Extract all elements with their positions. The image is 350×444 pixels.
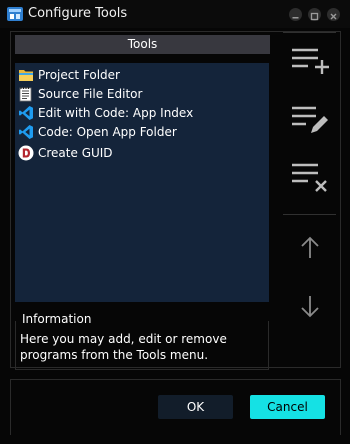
tool-item-create-guid[interactable]: Create GUID (15, 143, 269, 163)
arrow-up-icon (301, 236, 319, 258)
close-icon (330, 13, 337, 20)
list-remove-icon (292, 163, 327, 192)
sidebar-divider (283, 32, 336, 33)
notepad-icon (19, 87, 32, 102)
minimize-button[interactable] (289, 8, 302, 21)
tool-item-code-open-folder[interactable]: Code: Open App Folder (15, 122, 269, 142)
ok-button[interactable]: OK (158, 395, 233, 419)
sidebar-divider (283, 214, 336, 215)
add-tool-button[interactable] (284, 40, 336, 84)
vscode-icon (19, 125, 33, 139)
tools-list-header: Tools (15, 35, 270, 54)
tool-item-label: Create GUID (38, 146, 113, 160)
close-button[interactable] (327, 8, 340, 21)
configure-tools-dialog: Configure Tools Tools Project Folder Sou… (0, 0, 350, 444)
vscode-icon (19, 106, 33, 120)
tool-item-project-folder[interactable]: Project Folder (15, 65, 269, 85)
maximize-button[interactable] (308, 8, 321, 21)
move-down-button[interactable] (284, 286, 336, 330)
window-title: Configure Tools (28, 6, 128, 21)
information-label: Information (22, 312, 92, 326)
minimize-icon (292, 17, 299, 19)
arrow-down-icon (301, 296, 319, 318)
tool-item-label: Project Folder (38, 68, 120, 82)
tool-item-label: Edit with Code: App Index (38, 106, 194, 120)
folder-icon (19, 70, 33, 81)
cancel-button[interactable]: Cancel (250, 395, 325, 419)
maximize-icon (310, 12, 319, 21)
list-edit-icon (292, 106, 328, 133)
title-bar[interactable]: Configure Tools (0, 0, 350, 28)
tool-item-label: Code: Open App Folder (38, 125, 177, 139)
tools-list[interactable]: Project Folder Source File Editor Edit w… (15, 63, 269, 302)
edit-tool-button[interactable] (284, 98, 336, 142)
remove-tool-button[interactable] (284, 155, 336, 199)
list-add-icon (292, 48, 329, 74)
tool-item-label: Source File Editor (38, 87, 143, 101)
information-text: Here you may add, edit or remove program… (20, 332, 227, 362)
move-up-button[interactable] (284, 226, 336, 270)
tool-item-edit-with-code[interactable]: Edit with Code: App Index (15, 103, 269, 123)
guid-app-icon (18, 145, 34, 161)
tool-item-source-file-editor[interactable]: Source File Editor (15, 84, 269, 104)
app-icon (7, 7, 23, 21)
